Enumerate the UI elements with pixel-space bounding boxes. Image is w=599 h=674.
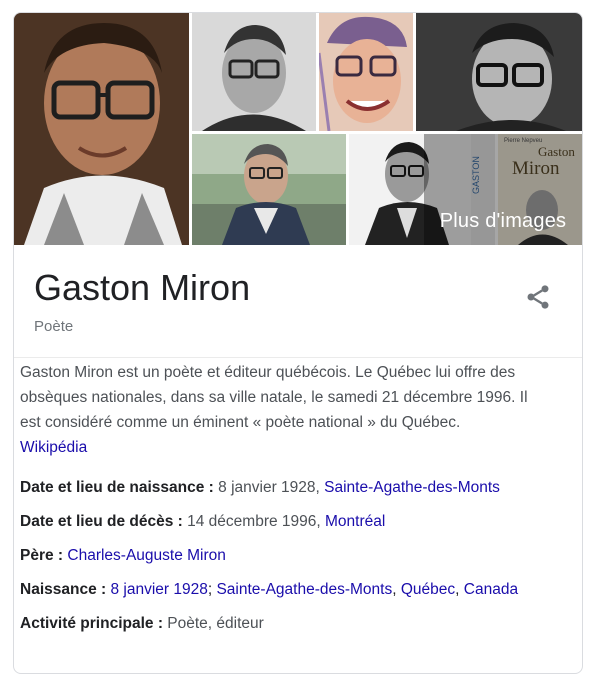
- fact-link-father[interactable]: Charles-Auguste Miron: [67, 547, 226, 564]
- gallery-image-portrait-main[interactable]: [14, 13, 189, 245]
- more-images-button[interactable]: Plus d'images: [424, 134, 582, 245]
- fact-link-birthplace[interactable]: Sainte-Agathe-des-Monts: [324, 479, 500, 496]
- panel-body: Gaston Miron est un poète et éditeur qué…: [20, 360, 550, 648]
- fact-link-country[interactable]: Canada: [464, 581, 518, 598]
- gallery-image-portrait-bw-1[interactable]: [192, 13, 316, 131]
- page-subtitle: Poète: [34, 318, 74, 335]
- fact-row-father: Père : Charles-Auguste Miron: [20, 546, 550, 566]
- fact-link-birthdate[interactable]: 8 janvier 1928: [110, 581, 207, 598]
- gallery-image-portrait-bw-2[interactable]: [416, 13, 582, 131]
- fact-link-town[interactable]: Sainte-Agathe-des-Monts: [216, 581, 392, 598]
- fact-value: 14 décembre 1996,: [187, 513, 325, 530]
- more-images-overlay: Plus d'images: [424, 134, 582, 245]
- fact-label: Père :: [20, 547, 68, 564]
- description: Gaston Miron est un poète et éditeur qué…: [20, 360, 550, 460]
- fact-value: Poète, éditeur: [167, 615, 264, 632]
- fact-label: Date et lieu de décès :: [20, 513, 188, 530]
- fact-label: Date et lieu de naissance :: [20, 479, 219, 496]
- description-text: Gaston Miron est un poète et éditeur qué…: [20, 364, 528, 431]
- fact-label: Activité principale :: [20, 615, 168, 632]
- facts-list: Date et lieu de naissance : 8 janvier 19…: [20, 478, 550, 634]
- fact-row-death: Date et lieu de décès : 14 décembre 1996…: [20, 512, 550, 532]
- fact-link-province[interactable]: Québec: [401, 581, 455, 598]
- fact-link-deathplace[interactable]: Montréal: [325, 513, 385, 530]
- gallery-image-portrait-illustration[interactable]: [319, 13, 413, 131]
- wikipedia-link[interactable]: Wikipédia: [20, 435, 87, 460]
- fact-row-activity: Activité principale : Poète, éditeur: [20, 614, 550, 634]
- fact-row-naissance: Naissance : 8 janvier 1928; Sainte-Agath…: [20, 581, 519, 598]
- fact-value: 8 janvier 1928,: [218, 479, 325, 496]
- fact-label: Naissance :: [20, 581, 111, 598]
- share-icon: [527, 285, 549, 309]
- page-title: Gaston Miron: [34, 267, 251, 308]
- share-button[interactable]: [524, 283, 552, 311]
- panel-header: Gaston Miron Poète: [14, 245, 582, 358]
- more-images-label: Plus d'images: [439, 210, 567, 232]
- gallery-image-portrait-street[interactable]: [192, 134, 346, 245]
- fact-row-birth: Date et lieu de naissance : 8 janvier 19…: [20, 478, 550, 498]
- image-gallery: GASTON Pierre Nepveu Gaston Miron Plus d…: [14, 13, 582, 245]
